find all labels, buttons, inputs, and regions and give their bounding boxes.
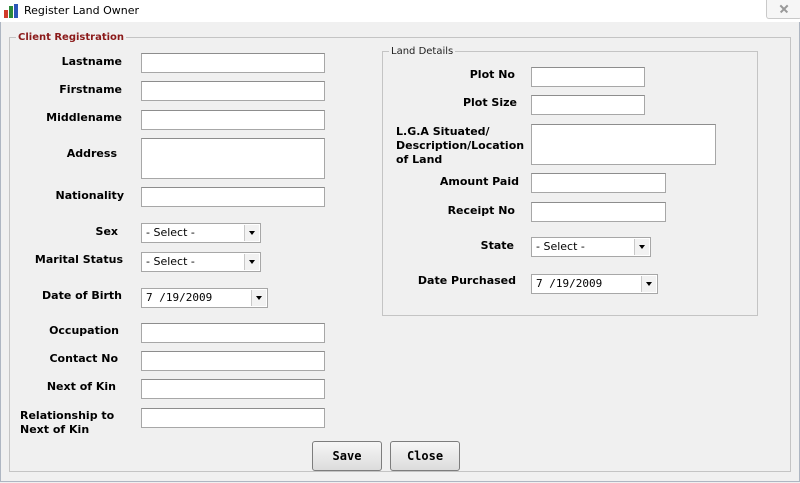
sex-label: Sex [95,225,118,238]
amount-paid-input[interactable] [531,173,666,193]
chevron-down-icon[interactable] [251,290,266,306]
client-registration-legend: Client Registration [18,32,125,43]
window-title: Register Land Owner [24,4,140,17]
marital-status-select-value: - Select - [146,255,195,268]
relationship-label: Relationship to Next of Kin [20,409,115,436]
lastname-label: Lastname [61,55,122,68]
date-purchased-label: Date Purchased [417,274,516,287]
receipt-no-label: Receipt No [447,204,515,217]
amount-paid-label: Amount Paid [439,175,519,188]
receipt-no-input[interactable] [531,202,666,222]
firstname-input[interactable] [141,81,325,101]
nationality-label: Nationality [55,189,124,202]
plot-no-label: Plot No [469,68,515,81]
state-label: State [480,239,514,252]
chevron-down-icon[interactable] [641,276,656,292]
app-icon [4,4,18,18]
state-select[interactable]: - Select - [531,237,651,257]
chevron-down-icon[interactable] [244,225,259,241]
window-close-icon[interactable] [766,0,800,19]
marital-status-label: Marital Status [34,253,123,266]
dob-picker[interactable]: 7 /19/2009 [141,288,268,308]
middlename-label: Middlename [46,111,122,124]
dob-picker-value: 7 /19/2009 [146,291,213,304]
marital-status-select[interactable]: - Select - [141,252,261,272]
date-purchased-picker-value: 7 /19/2009 [536,277,603,290]
state-select-value: - Select - [536,240,585,253]
date-purchased-picker[interactable]: 7 /19/2009 [531,274,658,294]
lastname-input[interactable] [141,53,325,73]
dob-label: Date of Birth [42,289,122,302]
address-input[interactable] [141,138,325,179]
address-label: Address [66,147,117,160]
close-button[interactable]: Close [390,441,460,471]
next-of-kin-input[interactable] [141,379,325,399]
occupation-label: Occupation [49,324,119,337]
chevron-down-icon[interactable] [244,254,259,270]
occupation-input[interactable] [141,323,325,343]
lga-label: L.G.A Situated/ Description/Location of … [396,125,525,166]
next-of-kin-label: Next of Kin [46,380,116,393]
land-details-legend: Land Details [391,46,454,57]
relationship-input[interactable] [141,408,325,428]
contact-no-label: Contact No [49,352,118,365]
lga-input[interactable] [531,124,716,165]
plot-size-label: Plot Size [462,96,517,109]
chevron-down-icon[interactable] [634,239,649,255]
plot-no-input[interactable] [531,67,645,87]
sex-select-value: - Select - [146,226,195,239]
nationality-input[interactable] [141,187,325,207]
contact-no-input[interactable] [141,351,325,371]
firstname-label: Firstname [59,83,122,96]
save-button[interactable]: Save [312,441,382,471]
title-bar: Register Land Owner [0,0,800,23]
plot-size-input[interactable] [531,95,645,115]
sex-select[interactable]: - Select - [141,223,261,243]
middlename-input[interactable] [141,110,325,130]
